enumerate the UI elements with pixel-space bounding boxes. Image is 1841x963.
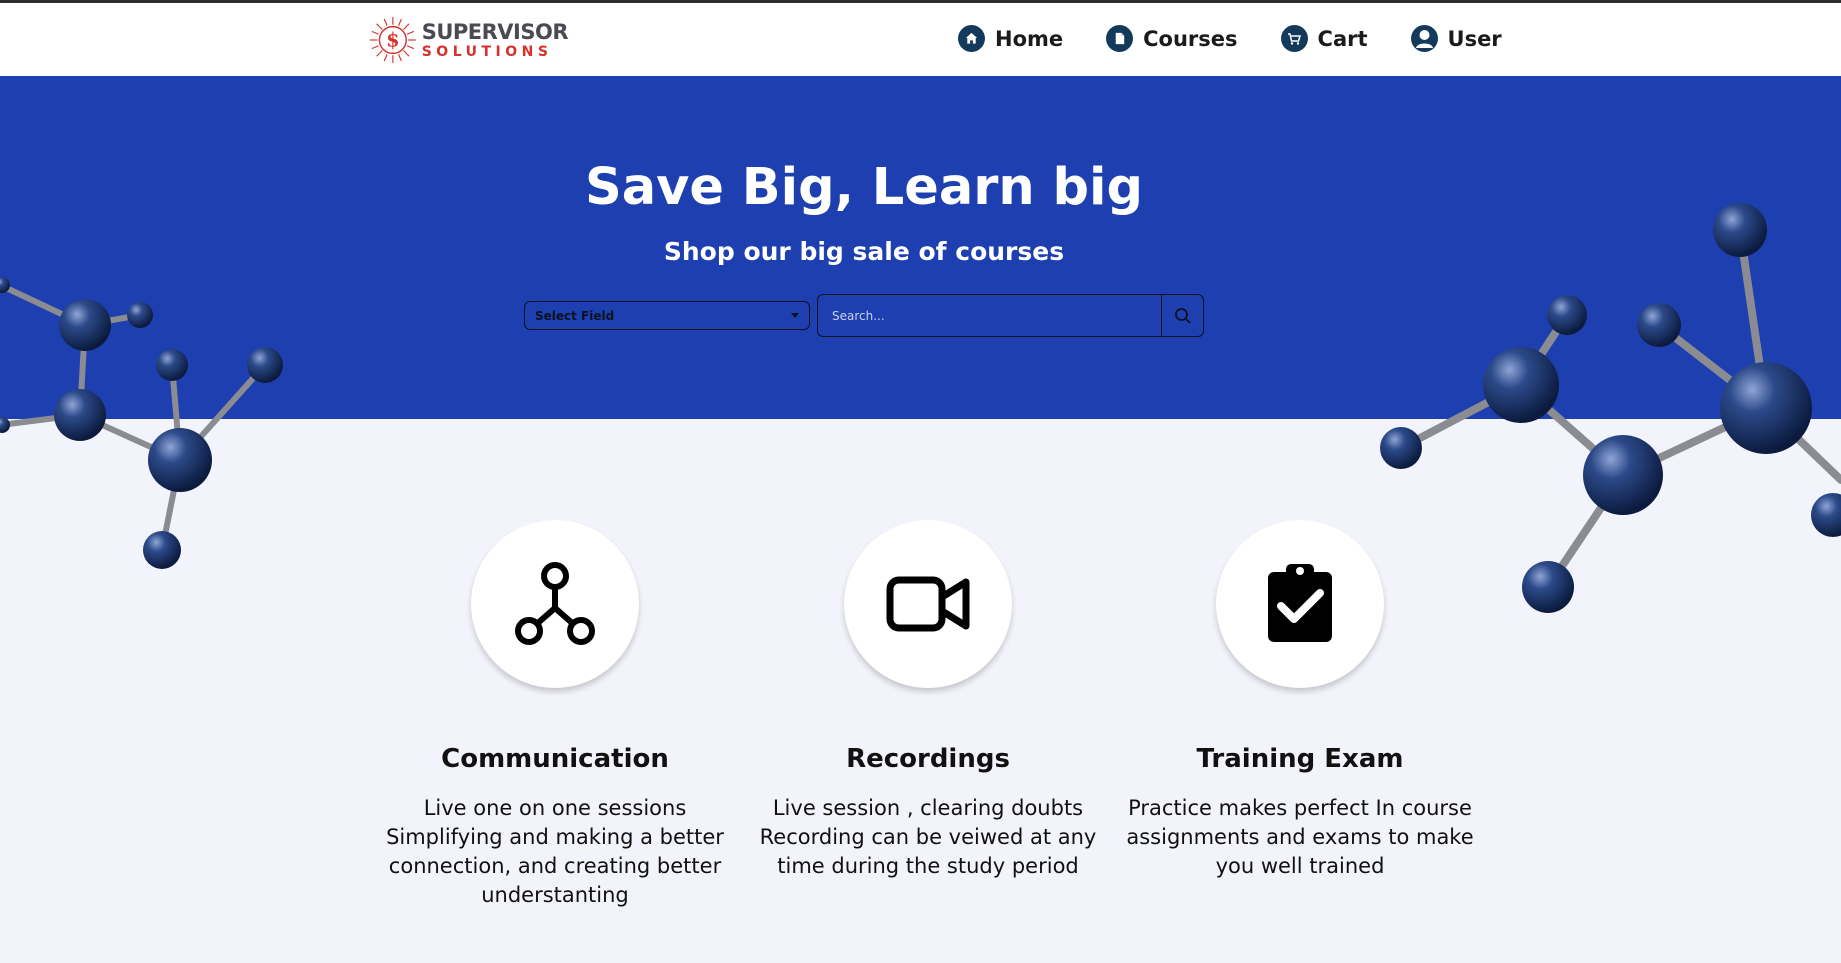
feature-circle xyxy=(471,520,639,688)
feature-training-exam: Training Exam Practice makes perfect In … xyxy=(1120,520,1480,881)
search-box xyxy=(817,294,1204,337)
search-icon xyxy=(1174,307,1191,324)
feature-description: Practice makes perfect In course assignm… xyxy=(1126,796,1474,878)
svg-text:$: $ xyxy=(386,29,399,52)
nav-item-user[interactable]: User xyxy=(1410,25,1502,52)
logo-wordmark-top: SUPERVISOR xyxy=(421,19,569,44)
video-camera-icon xyxy=(886,576,970,632)
nav-item-cart[interactable]: Cart xyxy=(1280,25,1368,52)
search-button[interactable] xyxy=(1161,295,1203,336)
feature-circle xyxy=(1216,520,1384,688)
feature-description: Live session , clearing doubts Recording… xyxy=(759,796,1097,878)
field-select[interactable]: Select Field xyxy=(524,301,810,330)
field-select-label: Select Field xyxy=(535,308,615,323)
nav-item-home[interactable]: Home xyxy=(958,25,1063,52)
nav-label-cart: Cart xyxy=(1317,26,1368,51)
logo-wordmark-bottom: SOLUTIONS xyxy=(421,43,553,60)
brand-logo[interactable]: $ SUPERVISOR SOLUTIONS xyxy=(368,14,569,66)
site-header: $ SUPERVISOR SOLUTIONS Home Courses Cart xyxy=(0,3,1841,76)
feature-title: Training Exam xyxy=(1196,744,1404,774)
nav-label-home: Home xyxy=(995,26,1064,51)
clipboard-check-icon xyxy=(1268,564,1332,642)
user-icon xyxy=(1410,25,1438,52)
cart-icon xyxy=(1280,25,1308,52)
search-input[interactable] xyxy=(818,295,1161,336)
feature-circle xyxy=(844,520,1012,688)
home-icon xyxy=(958,25,985,52)
nav-label-user: User xyxy=(1447,26,1502,51)
dollar-sunburst-icon: $ xyxy=(369,17,416,63)
feature-communication: Communication Live one on one sessions S… xyxy=(375,520,735,910)
main-nav: Home Courses Cart User xyxy=(958,25,1502,52)
document-icon xyxy=(1106,25,1134,52)
chevron-down-icon xyxy=(791,313,799,318)
feature-title: Communication xyxy=(441,744,669,774)
feature-title: Recordings xyxy=(846,744,1010,774)
nav-label-courses: Courses xyxy=(1143,26,1238,51)
feature-description: Live one on one sessions Simplifying and… xyxy=(386,796,724,907)
molecule-left-decoration xyxy=(0,277,283,569)
communication-icon xyxy=(515,562,595,645)
nav-item-courses[interactable]: Courses xyxy=(1106,25,1238,52)
feature-recordings: Recordings Live session , clearing doubt… xyxy=(748,520,1108,881)
